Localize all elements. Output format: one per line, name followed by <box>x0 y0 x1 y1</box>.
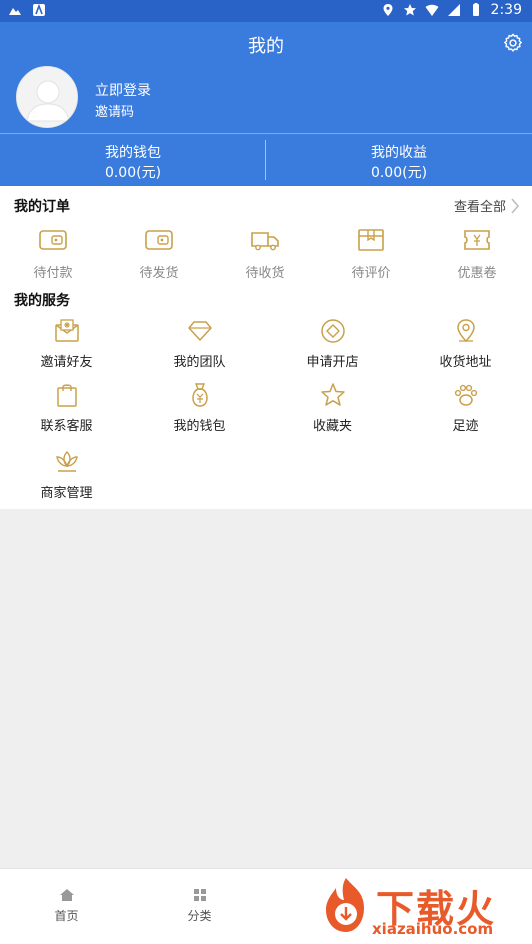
orders-row: 待付款 待发货 待收货 待评价 优惠卷 <box>0 228 532 286</box>
tab-category[interactable]: 分类 <box>133 887 266 924</box>
profile-login-area[interactable]: 立即登录 邀请码 <box>16 66 496 130</box>
order-label: 待评价 <box>351 266 391 281</box>
service-invite-friends[interactable]: 邀请好友 <box>0 317 133 375</box>
location-icon <box>456 319 475 343</box>
earnings-value: 0.00(元) <box>370 165 428 181</box>
default-avatar-icon <box>17 67 77 127</box>
truck-icon <box>251 232 279 251</box>
avatar[interactable] <box>16 66 78 128</box>
service-label: 我的钱包 <box>173 419 226 434</box>
service-merchant-management[interactable]: 商家管理 <box>0 448 133 506</box>
service-label: 足迹 <box>452 419 479 434</box>
lotus-icon <box>55 451 78 472</box>
tab-home[interactable]: 首页 <box>0 887 133 924</box>
profile-header: 我的 立即登录 邀请码 我的钱包 0.00(元) 我的收益 0.00(元) <box>0 22 532 186</box>
order-label: 待付款 <box>33 266 73 281</box>
earnings-label: 我的收益 <box>371 145 427 161</box>
wallet-value: 0.00(元) <box>104 165 162 181</box>
order-coupons[interactable]: 优惠卷 <box>424 228 530 286</box>
paw-icon <box>454 384 477 406</box>
orders-title: 我的订单 <box>14 199 70 215</box>
grid-icon <box>193 889 206 901</box>
services-title: 我的服务 <box>14 293 70 309</box>
invite-code-label: 邀请码 <box>95 105 135 120</box>
service-my-wallet[interactable]: 我的钱包 <box>133 381 266 439</box>
service-shipping-address[interactable]: 收货地址 <box>399 317 532 375</box>
battery-icon <box>472 3 479 16</box>
envelope-icon <box>54 319 79 342</box>
view-all-label: 查看全部 <box>453 200 506 215</box>
status-bar: 2:39 <box>0 0 532 22</box>
order-label: 待发货 <box>139 266 179 281</box>
service-label: 联系客服 <box>40 419 93 434</box>
clock: 2:39 <box>490 2 522 18</box>
home-icon <box>59 889 74 901</box>
service-favorites[interactable]: 收藏夹 <box>266 381 399 439</box>
wifi-icon <box>425 4 439 16</box>
app-notification-icon <box>33 3 45 16</box>
service-label: 商家管理 <box>40 486 93 501</box>
wallet-icon <box>145 230 173 250</box>
order-label: 优惠卷 <box>457 266 497 281</box>
service-footprints[interactable]: 足迹 <box>399 381 532 439</box>
bag-icon <box>56 384 77 407</box>
service-label: 我的团队 <box>173 355 226 370</box>
order-pending-receipt[interactable]: 待收货 <box>212 228 318 286</box>
main-card: 我的订单 查看全部 待付款 待发货 待收货 待评价 优惠卷 我的服务 邀请好友 <box>0 186 532 509</box>
service-label: 申请开店 <box>306 355 359 370</box>
service-label: 收货地址 <box>439 355 492 370</box>
wallet-summary: 我的钱包 0.00(元) 我的收益 0.00(元) <box>0 134 532 186</box>
order-pending-review[interactable]: 待评价 <box>318 228 424 286</box>
service-my-team[interactable]: 我的团队 <box>133 317 266 375</box>
my-earnings-summary[interactable]: 我的收益 0.00(元) <box>266 134 532 186</box>
page-title: 我的 <box>248 36 284 57</box>
service-label: 收藏夹 <box>312 419 352 434</box>
tab-label: 分类 <box>187 909 212 923</box>
coupon-icon <box>464 230 490 250</box>
watermark: 下载火 xiazaihuo.com <box>314 872 532 944</box>
shop-icon <box>320 319 345 343</box>
login-link[interactable]: 立即登录 <box>95 80 151 100</box>
tab-label: 首页 <box>54 909 79 923</box>
location-status-icon <box>383 4 393 16</box>
my-wallet-summary[interactable]: 我的钱包 0.00(元) <box>0 134 266 186</box>
money-bag-icon <box>191 383 208 407</box>
service-label: 邀请好友 <box>40 355 93 370</box>
star-icon <box>320 383 345 406</box>
box-icon <box>358 229 384 251</box>
flame-logo-icon <box>326 878 364 932</box>
wallet-label: 我的钱包 <box>105 145 161 161</box>
order-pending-payment[interactable]: 待付款 <box>0 228 106 286</box>
view-all-orders-link[interactable]: 查看全部 <box>454 196 520 215</box>
chevron-right-icon <box>511 198 519 213</box>
diamond-icon <box>187 321 212 341</box>
wallet-icon <box>39 230 67 250</box>
settings-gear-icon[interactable] <box>502 32 524 54</box>
service-customer-support[interactable]: 联系客服 <box>0 381 133 439</box>
watermark-en-text: xiazaihuo.com <box>372 920 494 938</box>
mountain-icon <box>9 8 21 15</box>
signal-icon <box>447 4 460 16</box>
star-status-icon <box>403 4 416 16</box>
order-pending-shipment[interactable]: 待发货 <box>106 228 212 286</box>
service-open-shop[interactable]: 申请开店 <box>266 317 399 375</box>
order-label: 待收货 <box>245 266 285 281</box>
